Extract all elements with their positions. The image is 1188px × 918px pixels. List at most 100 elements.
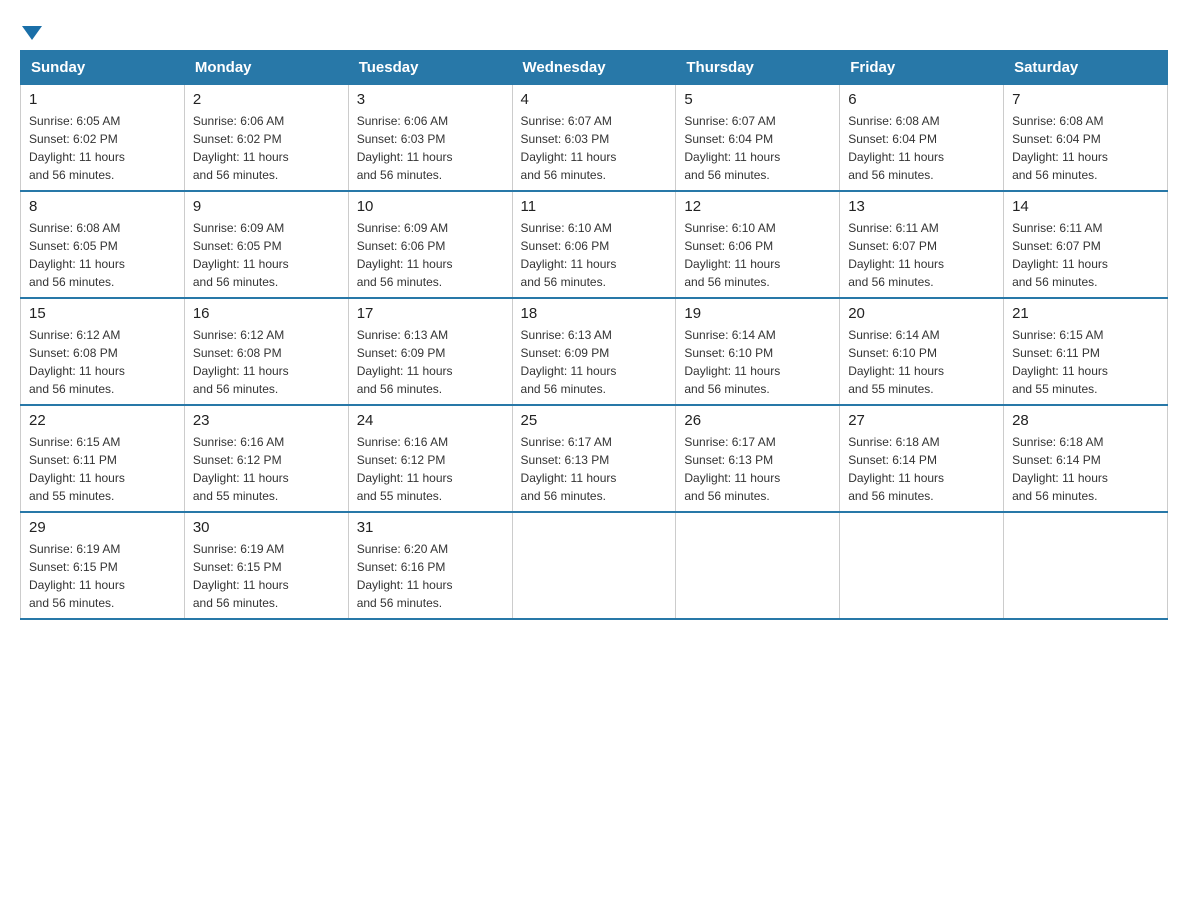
day-number: 9 bbox=[193, 198, 340, 215]
day-number: 15 bbox=[29, 305, 176, 322]
day-number: 19 bbox=[684, 305, 831, 322]
calendar-cell: 8 Sunrise: 6:08 AMSunset: 6:05 PMDayligh… bbox=[21, 191, 185, 298]
logo bbox=[20, 20, 42, 40]
calendar-cell: 6 Sunrise: 6:08 AMSunset: 6:04 PMDayligh… bbox=[840, 85, 1004, 192]
week-row-5: 29 Sunrise: 6:19 AMSunset: 6:15 PMDaylig… bbox=[21, 512, 1168, 619]
calendar-cell: 7 Sunrise: 6:08 AMSunset: 6:04 PMDayligh… bbox=[1004, 85, 1168, 192]
day-number: 26 bbox=[684, 412, 831, 429]
day-number: 25 bbox=[521, 412, 668, 429]
calendar-cell: 10 Sunrise: 6:09 AMSunset: 6:06 PMDaylig… bbox=[348, 191, 512, 298]
day-info: Sunrise: 6:08 AMSunset: 6:05 PMDaylight:… bbox=[29, 219, 176, 291]
day-info: Sunrise: 6:07 AMSunset: 6:04 PMDaylight:… bbox=[684, 112, 831, 184]
header-sunday: Sunday bbox=[21, 51, 185, 85]
day-number: 24 bbox=[357, 412, 504, 429]
day-info: Sunrise: 6:06 AMSunset: 6:03 PMDaylight:… bbox=[357, 112, 504, 184]
page-header bbox=[20, 20, 1168, 40]
calendar-cell: 31 Sunrise: 6:20 AMSunset: 6:16 PMDaylig… bbox=[348, 512, 512, 619]
day-number: 11 bbox=[521, 198, 668, 215]
day-info: Sunrise: 6:11 AMSunset: 6:07 PMDaylight:… bbox=[1012, 219, 1159, 291]
day-info: Sunrise: 6:14 AMSunset: 6:10 PMDaylight:… bbox=[684, 326, 831, 398]
calendar-cell: 4 Sunrise: 6:07 AMSunset: 6:03 PMDayligh… bbox=[512, 85, 676, 192]
day-info: Sunrise: 6:18 AMSunset: 6:14 PMDaylight:… bbox=[848, 433, 995, 505]
header-row: SundayMondayTuesdayWednesdayThursdayFrid… bbox=[21, 51, 1168, 85]
calendar-cell: 23 Sunrise: 6:16 AMSunset: 6:12 PMDaylig… bbox=[184, 405, 348, 512]
week-row-3: 15 Sunrise: 6:12 AMSunset: 6:08 PMDaylig… bbox=[21, 298, 1168, 405]
calendar-cell: 24 Sunrise: 6:16 AMSunset: 6:12 PMDaylig… bbox=[348, 405, 512, 512]
calendar-cell: 19 Sunrise: 6:14 AMSunset: 6:10 PMDaylig… bbox=[676, 298, 840, 405]
day-number: 31 bbox=[357, 519, 504, 536]
header-thursday: Thursday bbox=[676, 51, 840, 85]
calendar-cell bbox=[840, 512, 1004, 619]
calendar-cell: 29 Sunrise: 6:19 AMSunset: 6:15 PMDaylig… bbox=[21, 512, 185, 619]
week-row-2: 8 Sunrise: 6:08 AMSunset: 6:05 PMDayligh… bbox=[21, 191, 1168, 298]
day-number: 3 bbox=[357, 91, 504, 108]
day-number: 8 bbox=[29, 198, 176, 215]
day-info: Sunrise: 6:17 AMSunset: 6:13 PMDaylight:… bbox=[521, 433, 668, 505]
calendar-cell: 28 Sunrise: 6:18 AMSunset: 6:14 PMDaylig… bbox=[1004, 405, 1168, 512]
calendar-cell: 2 Sunrise: 6:06 AMSunset: 6:02 PMDayligh… bbox=[184, 85, 348, 192]
calendar-cell: 5 Sunrise: 6:07 AMSunset: 6:04 PMDayligh… bbox=[676, 85, 840, 192]
day-info: Sunrise: 6:10 AMSunset: 6:06 PMDaylight:… bbox=[521, 219, 668, 291]
calendar-cell: 3 Sunrise: 6:06 AMSunset: 6:03 PMDayligh… bbox=[348, 85, 512, 192]
day-info: Sunrise: 6:13 AMSunset: 6:09 PMDaylight:… bbox=[521, 326, 668, 398]
calendar-cell bbox=[676, 512, 840, 619]
day-number: 14 bbox=[1012, 198, 1159, 215]
calendar-cell: 27 Sunrise: 6:18 AMSunset: 6:14 PMDaylig… bbox=[840, 405, 1004, 512]
calendar-cell: 30 Sunrise: 6:19 AMSunset: 6:15 PMDaylig… bbox=[184, 512, 348, 619]
calendar-cell bbox=[512, 512, 676, 619]
day-number: 30 bbox=[193, 519, 340, 536]
day-info: Sunrise: 6:06 AMSunset: 6:02 PMDaylight:… bbox=[193, 112, 340, 184]
calendar-cell: 22 Sunrise: 6:15 AMSunset: 6:11 PMDaylig… bbox=[21, 405, 185, 512]
calendar-cell: 25 Sunrise: 6:17 AMSunset: 6:13 PMDaylig… bbox=[512, 405, 676, 512]
day-info: Sunrise: 6:08 AMSunset: 6:04 PMDaylight:… bbox=[1012, 112, 1159, 184]
day-number: 17 bbox=[357, 305, 504, 322]
header-saturday: Saturday bbox=[1004, 51, 1168, 85]
logo-arrow-icon bbox=[22, 26, 42, 40]
day-info: Sunrise: 6:18 AMSunset: 6:14 PMDaylight:… bbox=[1012, 433, 1159, 505]
day-info: Sunrise: 6:07 AMSunset: 6:03 PMDaylight:… bbox=[521, 112, 668, 184]
day-info: Sunrise: 6:13 AMSunset: 6:09 PMDaylight:… bbox=[357, 326, 504, 398]
calendar-cell: 20 Sunrise: 6:14 AMSunset: 6:10 PMDaylig… bbox=[840, 298, 1004, 405]
day-number: 27 bbox=[848, 412, 995, 429]
day-number: 6 bbox=[848, 91, 995, 108]
day-number: 21 bbox=[1012, 305, 1159, 322]
calendar-cell: 17 Sunrise: 6:13 AMSunset: 6:09 PMDaylig… bbox=[348, 298, 512, 405]
calendar-cell: 15 Sunrise: 6:12 AMSunset: 6:08 PMDaylig… bbox=[21, 298, 185, 405]
day-number: 10 bbox=[357, 198, 504, 215]
calendar-cell: 9 Sunrise: 6:09 AMSunset: 6:05 PMDayligh… bbox=[184, 191, 348, 298]
day-number: 7 bbox=[1012, 91, 1159, 108]
header-wednesday: Wednesday bbox=[512, 51, 676, 85]
day-info: Sunrise: 6:17 AMSunset: 6:13 PMDaylight:… bbox=[684, 433, 831, 505]
week-row-4: 22 Sunrise: 6:15 AMSunset: 6:11 PMDaylig… bbox=[21, 405, 1168, 512]
calendar-cell: 21 Sunrise: 6:15 AMSunset: 6:11 PMDaylig… bbox=[1004, 298, 1168, 405]
calendar-cell: 1 Sunrise: 6:05 AMSunset: 6:02 PMDayligh… bbox=[21, 85, 185, 192]
day-info: Sunrise: 6:14 AMSunset: 6:10 PMDaylight:… bbox=[848, 326, 995, 398]
day-info: Sunrise: 6:15 AMSunset: 6:11 PMDaylight:… bbox=[1012, 326, 1159, 398]
day-info: Sunrise: 6:09 AMSunset: 6:06 PMDaylight:… bbox=[357, 219, 504, 291]
calendar-cell: 26 Sunrise: 6:17 AMSunset: 6:13 PMDaylig… bbox=[676, 405, 840, 512]
calendar-table: SundayMondayTuesdayWednesdayThursdayFrid… bbox=[20, 50, 1168, 620]
calendar-cell: 11 Sunrise: 6:10 AMSunset: 6:06 PMDaylig… bbox=[512, 191, 676, 298]
day-number: 22 bbox=[29, 412, 176, 429]
day-info: Sunrise: 6:20 AMSunset: 6:16 PMDaylight:… bbox=[357, 540, 504, 612]
calendar-cell: 14 Sunrise: 6:11 AMSunset: 6:07 PMDaylig… bbox=[1004, 191, 1168, 298]
day-info: Sunrise: 6:08 AMSunset: 6:04 PMDaylight:… bbox=[848, 112, 995, 184]
day-info: Sunrise: 6:19 AMSunset: 6:15 PMDaylight:… bbox=[29, 540, 176, 612]
calendar-cell: 13 Sunrise: 6:11 AMSunset: 6:07 PMDaylig… bbox=[840, 191, 1004, 298]
day-number: 28 bbox=[1012, 412, 1159, 429]
day-number: 12 bbox=[684, 198, 831, 215]
day-number: 16 bbox=[193, 305, 340, 322]
day-number: 29 bbox=[29, 519, 176, 536]
day-info: Sunrise: 6:10 AMSunset: 6:06 PMDaylight:… bbox=[684, 219, 831, 291]
day-info: Sunrise: 6:05 AMSunset: 6:02 PMDaylight:… bbox=[29, 112, 176, 184]
day-info: Sunrise: 6:16 AMSunset: 6:12 PMDaylight:… bbox=[357, 433, 504, 505]
day-info: Sunrise: 6:12 AMSunset: 6:08 PMDaylight:… bbox=[29, 326, 176, 398]
calendar-cell: 16 Sunrise: 6:12 AMSunset: 6:08 PMDaylig… bbox=[184, 298, 348, 405]
week-row-1: 1 Sunrise: 6:05 AMSunset: 6:02 PMDayligh… bbox=[21, 85, 1168, 192]
day-number: 1 bbox=[29, 91, 176, 108]
day-info: Sunrise: 6:19 AMSunset: 6:15 PMDaylight:… bbox=[193, 540, 340, 612]
day-number: 4 bbox=[521, 91, 668, 108]
day-number: 23 bbox=[193, 412, 340, 429]
calendar-cell bbox=[1004, 512, 1168, 619]
day-number: 13 bbox=[848, 198, 995, 215]
